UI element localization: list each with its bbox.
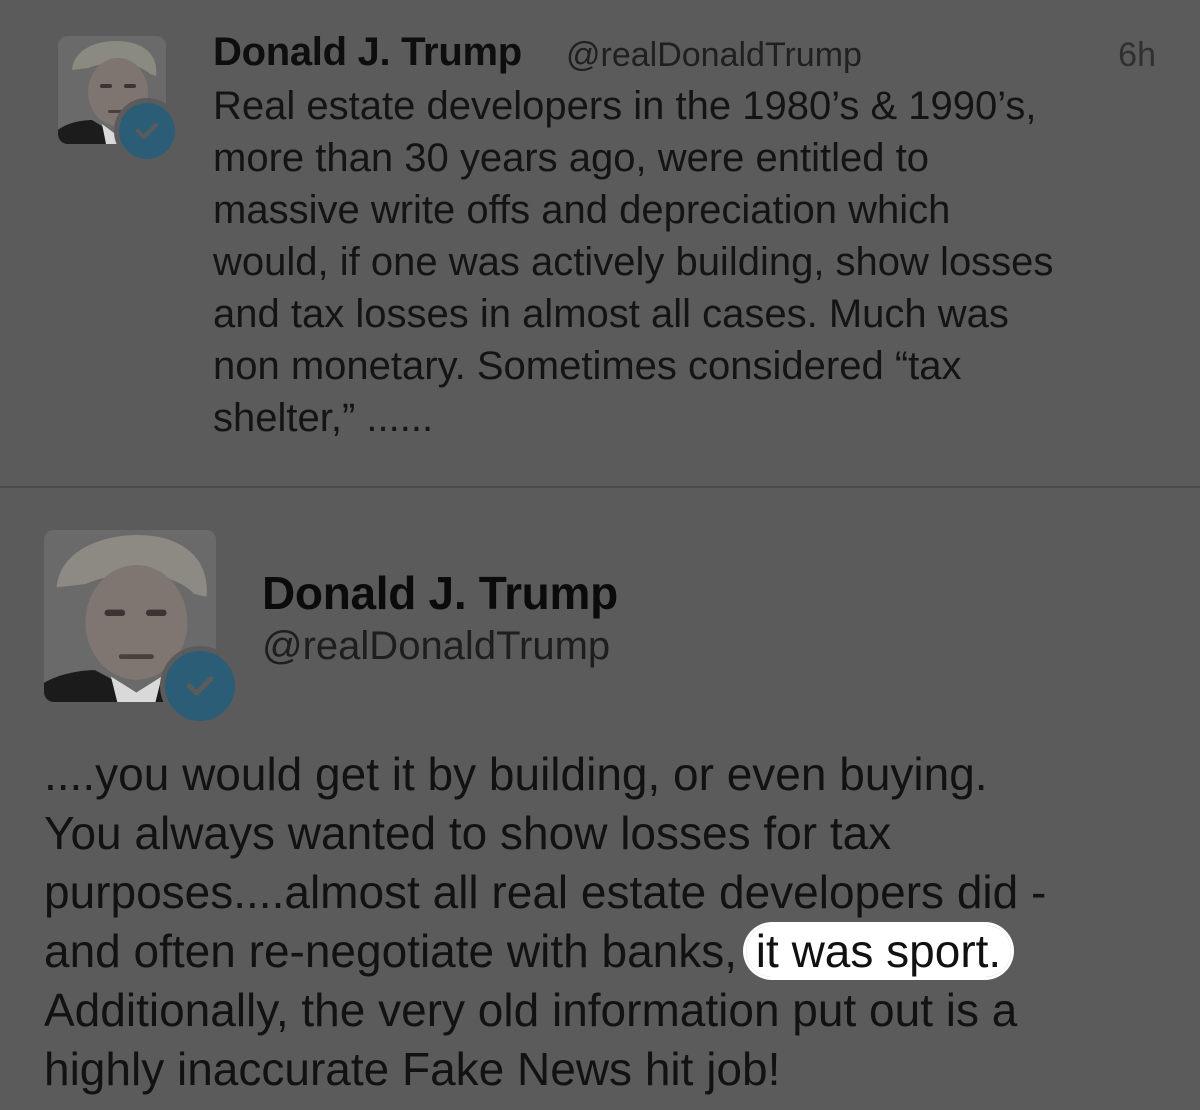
tweet-line: more than 30 years ago, were entitled to [213,136,929,180]
tweet-line: Additionally, the very old information p… [44,984,1018,1036]
highlighted-phrase: it was sport. [745,925,1012,977]
tweet-text: ....you would get it by building, or eve… [44,745,1174,1099]
author-handle[interactable]: @realDonaldTrump [262,624,610,669]
tweet-line: purposes....almost all real estate devel… [44,866,1047,918]
author-name[interactable]: Donald J. Trump [262,566,618,620]
tweet-line: massive write offs and depreciation whic… [213,188,951,232]
tweet-line: ....you would get it by building, or eve… [44,748,988,800]
timeline-tweet[interactable]: Donald J. Trump @realDonaldTrump 6h Real… [0,0,1200,486]
author-handle[interactable]: @realDonaldTrump [566,36,862,75]
verified-badge-icon [114,98,180,164]
tweet-line: highly inaccurate Fake News hit job! [44,1043,781,1095]
tweet-line: You always wanted to show losses for tax [44,807,892,859]
verified-badge-icon [160,646,240,726]
tweet-line: non monetary. Sometimes considered “tax [213,344,962,388]
tweet-text: Real estate developers in the 1980’s & 1… [213,80,1173,444]
tweet-line: and often re-negotiate with banks, it wa… [44,922,1174,981]
tweet-divider [0,486,1200,488]
tweet-line: shelter,” ...... [213,396,434,440]
tweet-line: Real estate developers in the 1980’s & 1… [213,84,1037,128]
tweet-line: would, if one was actively building, sho… [213,240,1054,284]
timestamp[interactable]: 6h [1118,36,1156,75]
tweet-line: and tax losses in almost all cases. Much… [213,292,1009,336]
author-name[interactable]: Donald J. Trump [213,30,522,75]
tweet-line-text: and often re-negotiate with banks, [44,925,750,977]
